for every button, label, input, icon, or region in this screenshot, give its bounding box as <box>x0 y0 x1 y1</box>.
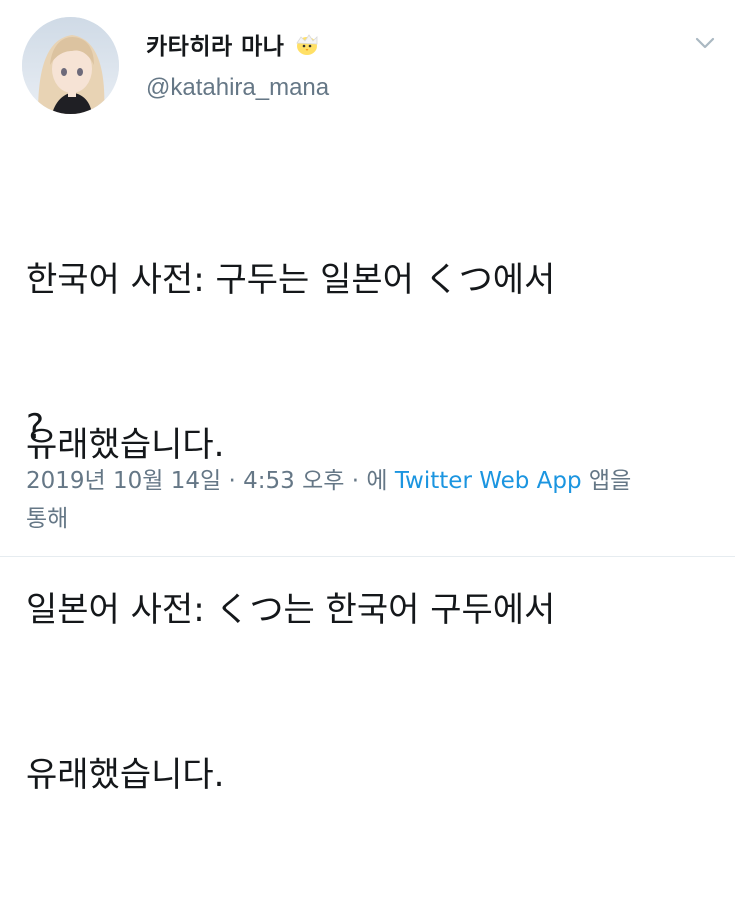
chick-icon <box>294 31 320 57</box>
tweet-meta: 2019년 10월 14일 · 4:53 오후 · 에 Twitter Web … <box>26 462 716 538</box>
divider <box>0 556 735 557</box>
tweet-date[interactable]: 2019년 10월 14일 <box>26 468 221 494</box>
display-name-row: 카타히라 마나 <box>146 28 320 60</box>
source-link[interactable]: Twitter Web App <box>395 468 582 494</box>
via-suffix-2: 통해 <box>26 506 69 532</box>
tweet-card: 카타히라 마나 @katahira_mana 한국어 사전: 구두는 일본어 く… <box>0 0 735 795</box>
avatar[interactable] <box>22 17 119 114</box>
display-name[interactable]: 카타히라 마나 <box>146 27 284 61</box>
tweet-line: 유래했습니다. <box>26 755 225 795</box>
tweet-question: ? <box>26 407 45 447</box>
tweet-time[interactable]: 4:53 오후 <box>243 468 344 494</box>
chevron-down-icon[interactable] <box>690 28 720 58</box>
via-suffix: 앱을 <box>588 468 632 494</box>
meta-separator: · <box>228 468 236 494</box>
meta-separator: · <box>351 468 360 494</box>
tweet-line: 한국어 사전: 구두는 일본어 くつ에서 <box>26 260 556 300</box>
via-prefix: 에 <box>366 468 388 494</box>
tweet-line: 일본어 사전: くつ는 한국어 구두에서 <box>26 590 556 630</box>
user-handle[interactable]: @katahira_mana <box>146 74 329 102</box>
